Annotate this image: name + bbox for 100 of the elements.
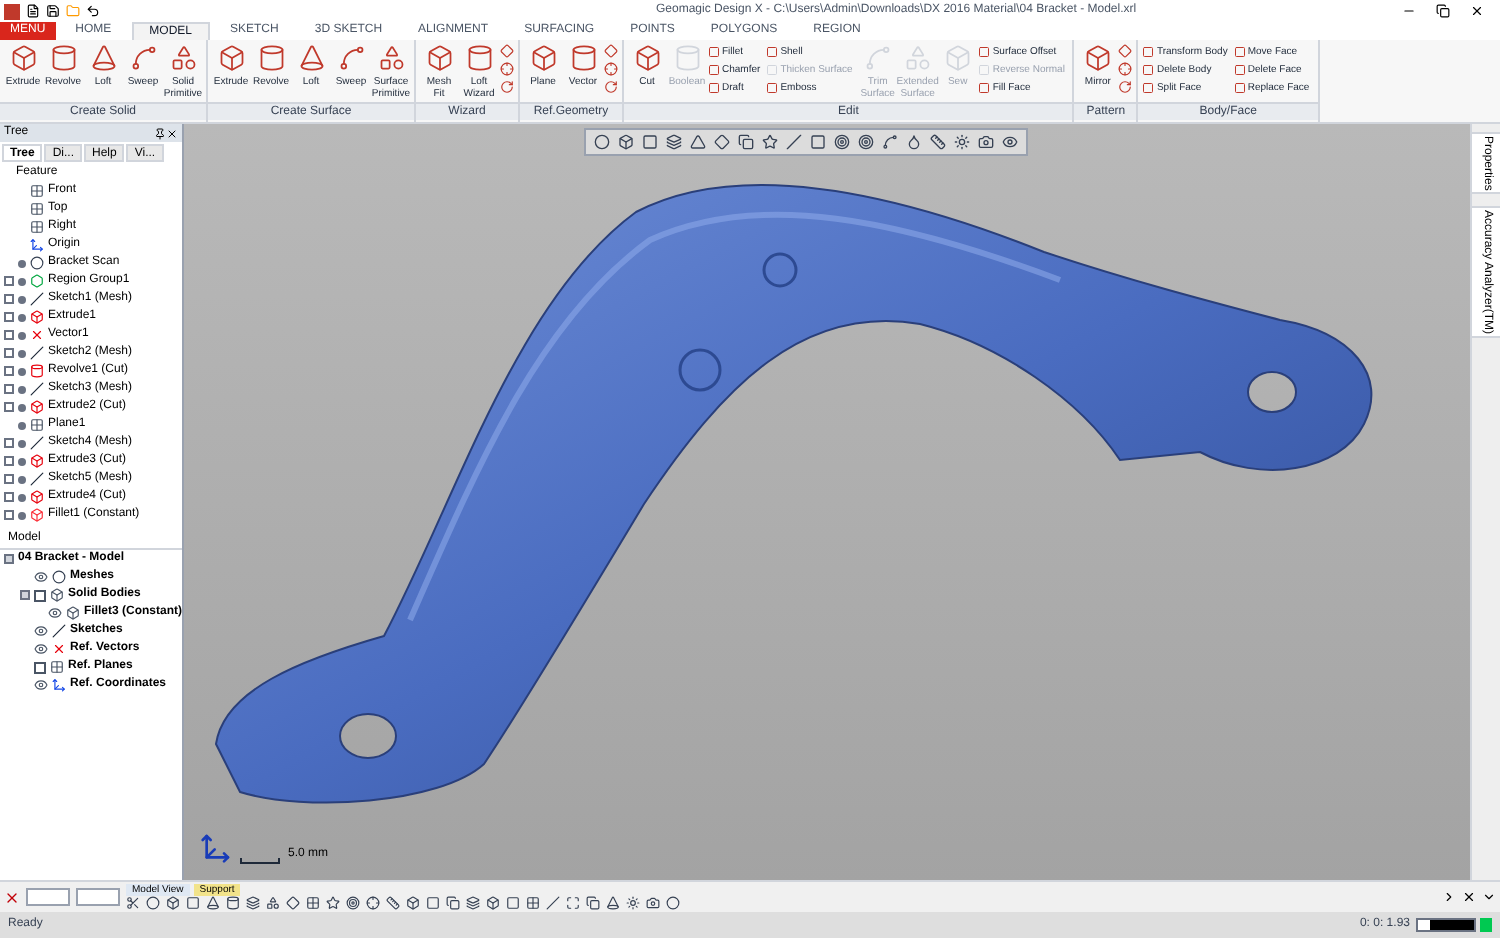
- expand-box-icon[interactable]: [4, 312, 14, 322]
- tool-icon[interactable]: [446, 896, 460, 910]
- restore-icon[interactable]: [1436, 4, 1450, 18]
- tool-icon[interactable]: [586, 896, 600, 910]
- box-icon: [30, 454, 44, 468]
- close-icon[interactable]: [1470, 4, 1484, 18]
- undo-icon[interactable]: [86, 4, 100, 18]
- tool-icon[interactable]: [762, 134, 778, 150]
- tool-icon[interactable]: [366, 896, 380, 910]
- tool-icon[interactable]: [566, 896, 580, 910]
- box-icon: [30, 508, 44, 522]
- eye-icon[interactable]: [34, 678, 48, 692]
- tool-icon[interactable]: [978, 134, 994, 150]
- expand-box-icon[interactable]: [4, 294, 14, 304]
- tool-icon[interactable]: [466, 896, 480, 910]
- expand-box-icon[interactable]: [4, 348, 14, 358]
- tool-icon[interactable]: [206, 896, 220, 910]
- crosshair-icon[interactable]: [500, 62, 514, 76]
- box-icon: [425, 44, 453, 72]
- expand-box-icon[interactable]: [4, 510, 14, 520]
- tool-icon[interactable]: [738, 134, 754, 150]
- tool-icon[interactable]: [306, 896, 320, 910]
- tool-icon[interactable]: [954, 134, 970, 150]
- tool-icon[interactable]: [546, 896, 560, 910]
- tool-icon[interactable]: [606, 896, 620, 910]
- eye-icon[interactable]: [48, 606, 62, 620]
- expand-box-icon[interactable]: [4, 438, 14, 448]
- square-icon: [1142, 64, 1155, 76]
- tool-icon[interactable]: [386, 896, 400, 910]
- expand-box-icon[interactable]: [4, 384, 14, 394]
- rotate-icon[interactable]: [500, 80, 514, 94]
- minimize-icon[interactable]: [1402, 4, 1416, 18]
- tool-icon[interactable]: [506, 896, 520, 910]
- tool-icon[interactable]: [666, 134, 682, 150]
- shapes-icon: [377, 44, 405, 72]
- expand-box-icon[interactable]: [4, 474, 14, 484]
- tool-icon[interactable]: [618, 134, 634, 150]
- status-indicator: [1480, 918, 1492, 932]
- expand-box-icon[interactable]: [4, 330, 14, 340]
- cross-icon[interactable]: [4, 889, 20, 905]
- diamond-icon[interactable]: [1118, 44, 1133, 58]
- square-icon: [1142, 82, 1155, 94]
- rotate-icon[interactable]: [1118, 80, 1133, 94]
- tool-icon[interactable]: [126, 896, 140, 910]
- tool-icon[interactable]: [246, 896, 260, 910]
- chevron-icon[interactable]: [1482, 890, 1496, 904]
- eye-icon[interactable]: [34, 624, 48, 638]
- box-icon: [66, 606, 80, 620]
- rotate-icon[interactable]: [604, 80, 618, 94]
- spline-icon: [129, 44, 157, 72]
- tool-icon[interactable]: [346, 896, 360, 910]
- tool-icon[interactable]: [930, 134, 946, 150]
- cross-icon: [30, 328, 44, 342]
- tool-icon[interactable]: [166, 896, 180, 910]
- line-icon: [30, 472, 44, 486]
- close-icon[interactable]: [166, 127, 178, 139]
- eye-icon[interactable]: [34, 570, 48, 584]
- tool-icon[interactable]: [1002, 134, 1018, 150]
- cone-icon: [89, 44, 117, 72]
- expand-box-icon[interactable]: [20, 590, 30, 600]
- box-icon: [50, 588, 64, 602]
- crosshair-icon[interactable]: [1118, 62, 1133, 76]
- tool-icon[interactable]: [186, 896, 200, 910]
- tool-icon[interactable]: [266, 896, 280, 910]
- crosshair-icon[interactable]: [604, 62, 618, 76]
- scale-bar: [240, 858, 280, 864]
- close-icon[interactable]: [1462, 890, 1476, 904]
- tool-icon[interactable]: [626, 896, 640, 910]
- checkbox[interactable]: [34, 661, 46, 673]
- pin-icon[interactable]: [154, 127, 166, 139]
- tool-icon[interactable]: [642, 134, 658, 150]
- save-icon[interactable]: [46, 4, 60, 18]
- tool-icon[interactable]: [146, 896, 160, 910]
- checkbox[interactable]: [34, 589, 46, 601]
- expand-box-icon[interactable]: [4, 276, 14, 286]
- expand-box-icon[interactable]: [4, 366, 14, 376]
- chevron-icon[interactable]: [1442, 890, 1456, 904]
- tool-icon[interactable]: [594, 134, 610, 150]
- dropdown[interactable]: [26, 888, 70, 906]
- tool-icon[interactable]: [486, 896, 500, 910]
- tool-icon[interactable]: [526, 896, 540, 910]
- expand-box-icon[interactable]: [4, 402, 14, 412]
- expand-box-icon[interactable]: [4, 492, 14, 502]
- diamond-icon[interactable]: [500, 44, 514, 58]
- tool-icon[interactable]: [286, 896, 300, 910]
- document-icon[interactable]: [26, 4, 40, 18]
- tool-icon[interactable]: [426, 896, 440, 910]
- tool-icon[interactable]: [326, 896, 340, 910]
- tool-icon[interactable]: [666, 896, 680, 910]
- tool-icon[interactable]: [406, 896, 420, 910]
- eye-icon[interactable]: [34, 642, 48, 656]
- diamond-icon[interactable]: [604, 44, 618, 58]
- circle-icon: [52, 570, 66, 584]
- expand-box-icon[interactable]: [4, 554, 14, 564]
- tool-icon[interactable]: [906, 134, 922, 150]
- square-icon: [1233, 46, 1246, 58]
- expand-box-icon[interactable]: [4, 456, 14, 466]
- tool-icon[interactable]: [226, 896, 240, 910]
- tool-icon[interactable]: [646, 896, 660, 910]
- tool-icon[interactable]: [882, 134, 898, 150]
